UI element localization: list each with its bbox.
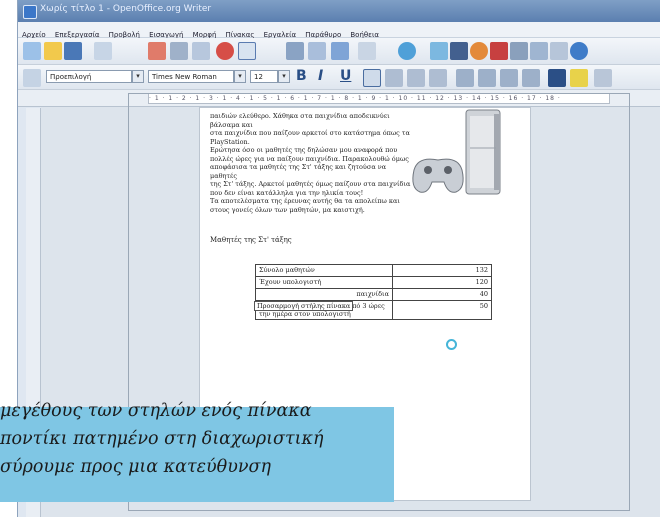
justify-icon[interactable] [429,69,447,87]
hyperlink-icon[interactable] [398,42,416,60]
text-line: στα παιχνίδια που παίζουν αρκετοί στο κα… [210,129,410,137]
table-cell-label[interactable]: Έχουν υπολογιστή [255,276,393,289]
edit-file-icon[interactable] [94,42,112,60]
app-icon [23,5,37,19]
italic-button[interactable]: I [318,68,323,84]
table-cell-label[interactable]: Σύνολο μαθητών [255,264,393,277]
font-color-icon[interactable] [548,69,566,87]
align-right-icon[interactable] [407,69,425,87]
gallery-icon[interactable] [490,42,508,60]
table-row[interactable]: Σύνολο μαθητών 132 [255,264,492,277]
print-icon[interactable] [170,42,188,60]
datasource-icon[interactable] [510,42,528,60]
body-text: παιδιών ελεύθερο. Χάθηκα στα παιχνίδια α… [210,112,415,214]
caption-callout: μεγέθους των στηλών ενός πίνακα ποντίκι … [0,401,394,502]
copy-icon[interactable] [308,42,326,60]
callout-bubble [0,407,394,502]
undo-icon[interactable] [358,42,376,60]
callout-anchor-dot [446,339,457,350]
decrease-indent-icon[interactable] [500,69,518,87]
spellcheck-icon[interactable] [216,42,234,60]
text-line: Ερώτησα όσο οι μαθητές της δηλώσαν μου α… [210,146,398,154]
text-line: της Στ' τάξης. Αρκετοί μαθητές όμως παίζ… [210,180,411,188]
ruler-scale: · 1 · 1 · 2 · 1 · 3 · 1 · 4 · 1 · 5 · 1 … [148,93,610,104]
table-cell-label[interactable]: παιχνίδια [255,288,393,301]
horizontal-ruler[interactable]: · 1 · 1 · 2 · 1 · 3 · 1 · 4 · 1 · 5 · 1 … [18,90,660,107]
text-line: πολλές ώρες για να παίξουν παιχνίδια. Πα… [210,154,409,163]
save-icon[interactable] [64,42,82,60]
menu-bar: Αρχείο Επεξεργασία Προβολή Εισαγωγή Μορφ… [18,22,660,39]
background-color-icon[interactable] [594,69,612,87]
text-line: αποφάσισα τα μαθητές της Στ' τάξης και ζ… [210,163,387,180]
callout-shape [0,407,394,502]
table-cell-value[interactable]: 132 [392,264,492,277]
page-preview-icon[interactable] [192,42,210,60]
text-line: στους γονείς όλων των μαθητών, μα καιστι… [210,205,365,214]
align-center-icon[interactable] [385,69,403,87]
zoom-icon[interactable] [550,42,568,60]
autospell-icon[interactable] [238,42,256,60]
caption-line: μεγέθους των στηλών ενός πίνακα [0,401,312,421]
formatting-marks-icon[interactable] [530,42,548,60]
bullets-icon[interactable] [478,69,496,87]
caption-line: σύρουμε προς μια κατεύθυνση [0,457,271,477]
paste-icon[interactable] [331,42,349,60]
export-pdf-icon[interactable] [148,42,166,60]
navigator-icon[interactable] [470,42,488,60]
text-line: Τα αποτελέσματα της έρευνας αυτής θα τα … [210,197,400,205]
table-row[interactable]: παιχνίδια 40 [255,288,492,301]
numbering-icon[interactable] [456,69,474,87]
highlight-icon[interactable] [570,69,588,87]
font-name-dropdown[interactable]: ▾ [234,70,246,83]
caption-line: ποντίκι πατημένο στη διαχωριστική [0,429,324,449]
table-icon[interactable] [430,42,448,60]
title-bar: Χωρίς τίτλο 1 - OpenOffice.org Writer [18,0,660,22]
font-name-select[interactable]: Times New Roman [148,70,234,83]
help-icon[interactable] [570,42,588,60]
align-left-icon[interactable] [363,69,381,87]
gamepad-image [412,158,464,193]
table-row[interactable]: Έχουν υπολογιστή 120 [255,276,492,289]
cut-icon[interactable] [286,42,304,60]
text-line: που δεν είναι κατάλληλα για την ηλικία τ… [210,188,364,197]
table-cell-value[interactable]: 50 [392,300,492,320]
table-cell-value[interactable]: 40 [392,288,492,301]
underline-button[interactable]: U [340,68,351,84]
open-folder-icon[interactable] [44,42,62,60]
signature: Μαθητές της Στ' τάξης [210,236,292,244]
text-line: παιδιών ελεύθερο. Χάθηκα στα παιχνίδια α… [210,112,390,129]
find-replace-icon[interactable] [450,42,468,60]
increase-indent-icon[interactable] [522,69,540,87]
paragraph-style-dropdown[interactable]: ▾ [132,70,144,83]
table-cell-value[interactable]: 120 [392,276,492,289]
bold-button[interactable]: B [296,68,307,84]
paragraph-style-select[interactable]: Προεπιλογή [46,70,132,83]
column-resize-tooltip: Προσαρμογή στήλης πίνακα [254,301,354,311]
new-doc-icon[interactable] [23,42,41,60]
font-size-select[interactable]: 12 [250,70,278,83]
styles-icon[interactable] [23,69,41,87]
standard-toolbar [18,38,660,65]
font-size-dropdown[interactable]: ▾ [278,70,290,83]
formatting-toolbar: Προεπιλογή ▾ Times New Roman ▾ 12 ▾ B I … [18,65,660,90]
text-line: PlayStation. [210,137,250,146]
data-table[interactable]: Σύνολο μαθητών 132 Έχουν υπολογιστή 120 … [255,264,492,320]
window-title: Χωρίς τίτλο 1 - OpenOffice.org Writer [40,4,212,14]
